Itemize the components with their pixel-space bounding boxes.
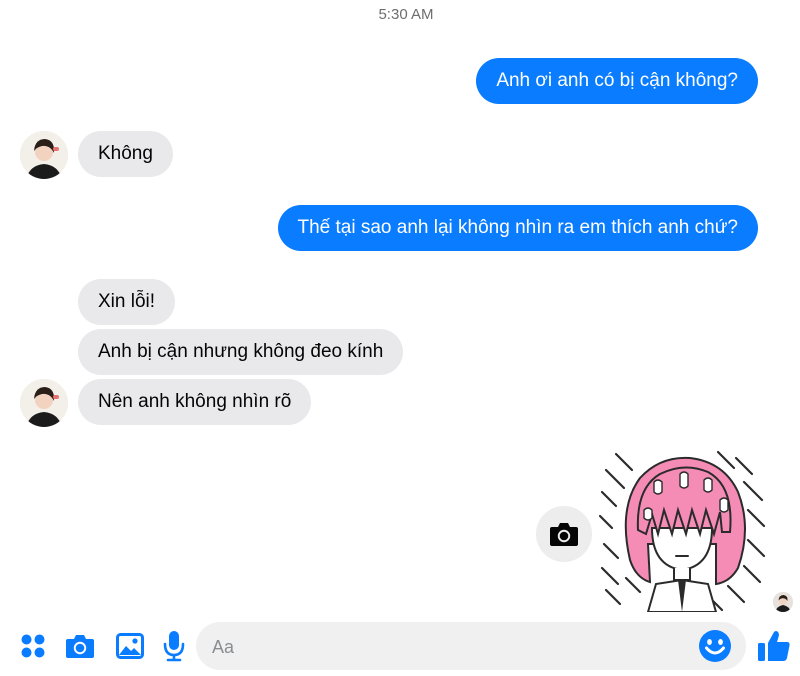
anime-girl-sticker[interactable]: [598, 448, 766, 612]
message-bubble-outgoing[interactable]: Anh ơi anh có bị cận không?: [476, 58, 758, 104]
message-bubble-incoming[interactable]: Xin lỗi!: [78, 279, 176, 325]
like-button[interactable]: [756, 628, 792, 664]
message-bubble-incoming[interactable]: Anh bị cận nhưng không đeo kính: [78, 329, 404, 375]
message-bubble-outgoing[interactable]: Thế tại sao anh lại không nhìn ra em thí…: [277, 205, 758, 251]
gallery-button[interactable]: [114, 630, 146, 662]
seen-receipt-avatar: [773, 592, 793, 612]
sticker-camera-button[interactable]: [536, 506, 592, 562]
avatar-photo: [20, 131, 68, 179]
camera-button[interactable]: [64, 630, 96, 662]
message-input[interactable]: [210, 622, 684, 672]
message-bubble-incoming[interactable]: Nên anh không nhìn rõ: [78, 379, 312, 425]
gallery-icon: [116, 633, 144, 659]
microphone-button[interactable]: [158, 628, 190, 664]
camera-icon: [66, 635, 94, 658]
message-composer[interactable]: [196, 622, 746, 672]
message-bubble-incoming[interactable]: Không: [78, 131, 173, 177]
contact-avatar[interactable]: [20, 131, 68, 179]
timestamp: 5:30 AM: [378, 6, 434, 23]
emoji-button[interactable]: [698, 629, 732, 663]
apps-grid-button[interactable]: [18, 630, 48, 662]
avatar-photo: [773, 592, 793, 612]
smiley-icon: [699, 630, 731, 662]
camera-icon: [550, 523, 578, 546]
contact-avatar[interactable]: [20, 379, 68, 427]
microphone-icon: [163, 631, 185, 662]
apps-grid-icon: [21, 634, 45, 658]
thumbs-up-icon: [758, 631, 790, 661]
avatar-photo: [20, 379, 68, 427]
